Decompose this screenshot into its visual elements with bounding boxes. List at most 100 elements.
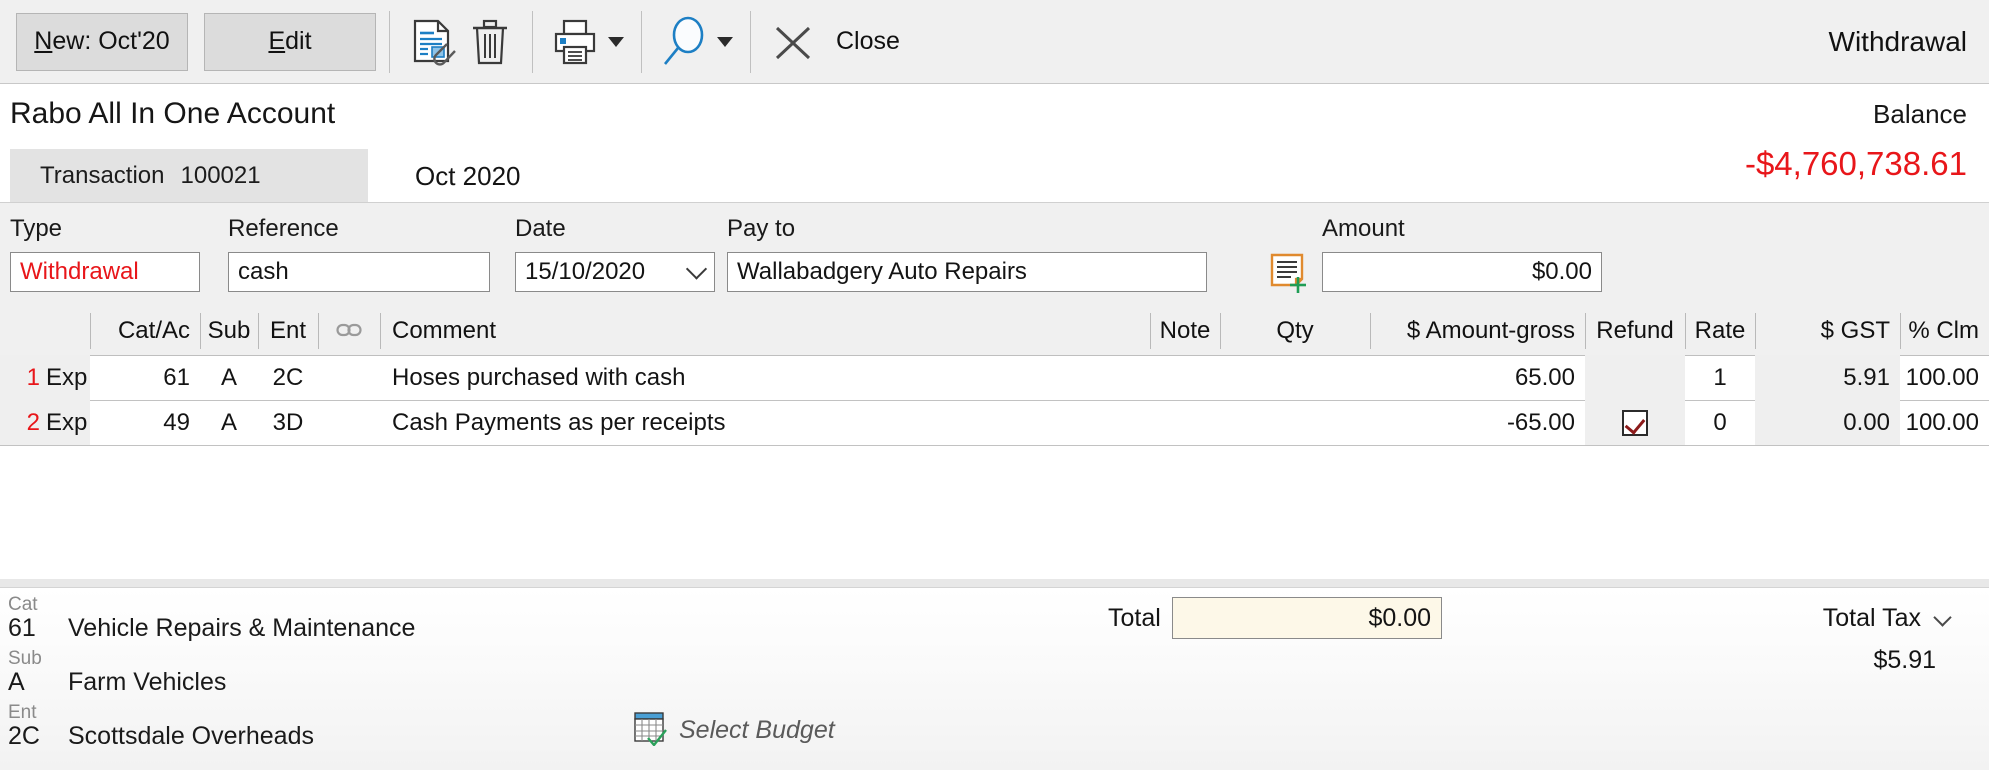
header-pct-clm[interactable]: % Clm xyxy=(1900,307,1989,355)
edit-button[interactable]: Edit xyxy=(204,12,376,71)
date-value: 15/10/2020 xyxy=(525,258,646,285)
cell-note[interactable] xyxy=(1150,355,1220,400)
search-chevron-down-icon[interactable] xyxy=(717,36,733,47)
close-x-icon[interactable] xyxy=(764,13,822,71)
cell-note[interactable] xyxy=(1150,400,1220,445)
cell-amount-gross[interactable]: -65.00 xyxy=(1370,400,1585,445)
cell-ent[interactable]: 2C xyxy=(258,355,318,400)
header-qty[interactable]: Qty xyxy=(1220,307,1370,355)
cell-amount-gross[interactable]: 65.00 xyxy=(1370,355,1585,400)
add-note-icon[interactable] xyxy=(1268,251,1312,295)
cell-qty[interactable] xyxy=(1220,355,1370,400)
edit-button-label: dit xyxy=(285,27,312,55)
reference-input[interactable]: cash xyxy=(228,252,490,292)
cell-link[interactable] xyxy=(318,355,380,400)
total-label: Total xyxy=(1108,604,1161,632)
detail-footer: Cat 61 Vehicle Repairs & Maintenance Sub… xyxy=(0,579,1989,770)
cell-cat-ac[interactable]: 49 xyxy=(90,400,200,445)
cat-code: 61 xyxy=(8,614,36,642)
cell-rate[interactable]: 0 xyxy=(1685,400,1755,445)
close-button-label[interactable]: Close xyxy=(836,27,900,56)
cell-refund[interactable] xyxy=(1585,400,1685,445)
total-value-box[interactable]: $0.00 xyxy=(1172,597,1442,639)
ent-label: Ent xyxy=(8,702,37,723)
cell-comment[interactable]: Cash Payments as per receipts xyxy=(380,400,1150,445)
edit-button-accel: E xyxy=(268,27,286,55)
cell-gst[interactable]: 5.91 xyxy=(1755,355,1900,400)
cell-comment[interactable]: Hoses purchased with cash xyxy=(380,355,1150,400)
cell-sub[interactable]: A xyxy=(200,400,258,445)
row-number: 1 xyxy=(26,363,40,391)
tab-transaction-number: 100021 xyxy=(180,161,261,189)
magnifier-icon[interactable] xyxy=(655,13,713,71)
header-refund[interactable]: Refund xyxy=(1585,307,1685,355)
sub-code: A xyxy=(8,668,25,696)
header-note[interactable]: Note xyxy=(1150,307,1220,355)
document-attachment-icon[interactable] xyxy=(403,13,461,71)
tab-transaction-label: Transaction xyxy=(40,161,165,189)
header-link-column[interactable] xyxy=(318,307,380,355)
total-tax-chevron-down-icon[interactable] xyxy=(1933,608,1952,627)
new-transaction-button[interactable]: New: Oct'20 xyxy=(16,12,188,71)
header-comment[interactable]: Comment xyxy=(380,307,1150,355)
transaction-field-bar: Type Withdrawal Reference cash Date 15/1… xyxy=(0,202,1989,308)
header-ent[interactable]: Ent xyxy=(258,307,318,355)
refund-checkbox[interactable] xyxy=(1622,409,1648,436)
header-gst[interactable]: $ GST xyxy=(1755,307,1900,355)
link-icon xyxy=(336,317,362,345)
table-row[interactable]: 1 Exp 61 A 2C Hoses purchased with cash … xyxy=(0,355,1989,401)
date-input[interactable]: 15/10/2020 xyxy=(515,252,715,292)
cell-pct-clm[interactable]: 100.00 xyxy=(1900,355,1989,400)
type-label: Type xyxy=(10,215,63,242)
date-label: Date xyxy=(515,215,566,242)
tab-transaction[interactable]: Transaction 100021 xyxy=(10,149,368,202)
main-toolbar: New: Oct'20 Edit Close Withdrawal xyxy=(0,0,1989,84)
cat-label: Cat xyxy=(8,594,38,615)
sub-description: Farm Vehicles xyxy=(68,668,227,696)
cell-ent[interactable]: 3D xyxy=(258,400,318,445)
cell-pct-clm[interactable]: 100.00 xyxy=(1900,400,1989,445)
header-rate[interactable]: Rate xyxy=(1685,307,1755,355)
balance-value: -$4,760,738.61 xyxy=(1744,145,1967,182)
ent-description: Scottsdale Overheads xyxy=(68,722,314,750)
cell-link[interactable] xyxy=(318,400,380,445)
total-tax-label: Total Tax xyxy=(1822,604,1921,632)
date-chevron-down-icon[interactable] xyxy=(685,258,708,280)
toolbar-separator-1 xyxy=(389,10,390,73)
budget-table-icon xyxy=(633,710,669,751)
row-number: 2 xyxy=(26,408,40,436)
cell-gst[interactable]: 0.00 xyxy=(1755,400,1900,445)
toolbar-separator-2 xyxy=(532,10,533,73)
row-type[interactable]: Exp xyxy=(46,355,87,400)
account-header: Rabo All In One Account Balance -$4,760,… xyxy=(0,85,1989,202)
cell-refund[interactable] xyxy=(1585,355,1685,400)
cell-qty[interactable] xyxy=(1220,400,1370,445)
cell-cat-ac[interactable]: 61 xyxy=(90,355,200,400)
window-title: Withdrawal xyxy=(1828,25,1967,57)
table-row[interactable]: 2 Exp 49 A 3D Cash Payments as per recei… xyxy=(0,400,1989,446)
amount-input[interactable]: $0.00 xyxy=(1322,252,1602,292)
trash-icon[interactable] xyxy=(461,13,519,71)
new-button-label: ew: Oct'20 xyxy=(52,27,170,55)
header-amount-gross[interactable]: $ Amount-gross xyxy=(1370,307,1585,355)
header-sub[interactable]: Sub xyxy=(200,307,258,355)
header-cat-ac[interactable]: Cat/Ac xyxy=(90,307,200,355)
type-input[interactable]: Withdrawal xyxy=(10,252,200,292)
cell-sub[interactable]: A xyxy=(200,355,258,400)
reference-label: Reference xyxy=(228,215,339,242)
select-budget-button[interactable]: Select Budget xyxy=(633,710,835,751)
cell-rate[interactable]: 1 xyxy=(1685,355,1755,400)
cat-description: Vehicle Repairs & Maintenance xyxy=(68,614,416,642)
amount-label: Amount xyxy=(1322,215,1405,242)
select-budget-label: Select Budget xyxy=(679,716,835,744)
ent-code: 2C xyxy=(8,722,40,750)
printer-icon[interactable] xyxy=(546,13,604,71)
print-chevron-down-icon[interactable] xyxy=(608,36,624,47)
payto-input[interactable]: Wallabadgery Auto Repairs xyxy=(727,252,1207,292)
period-label: Oct 2020 xyxy=(415,161,521,191)
toolbar-separator-3 xyxy=(641,10,642,73)
row-type[interactable]: Exp xyxy=(46,400,87,445)
payto-label: Pay to xyxy=(727,215,796,242)
toolbar-separator-4 xyxy=(750,10,751,73)
account-name: Rabo All In One Account xyxy=(10,97,336,130)
